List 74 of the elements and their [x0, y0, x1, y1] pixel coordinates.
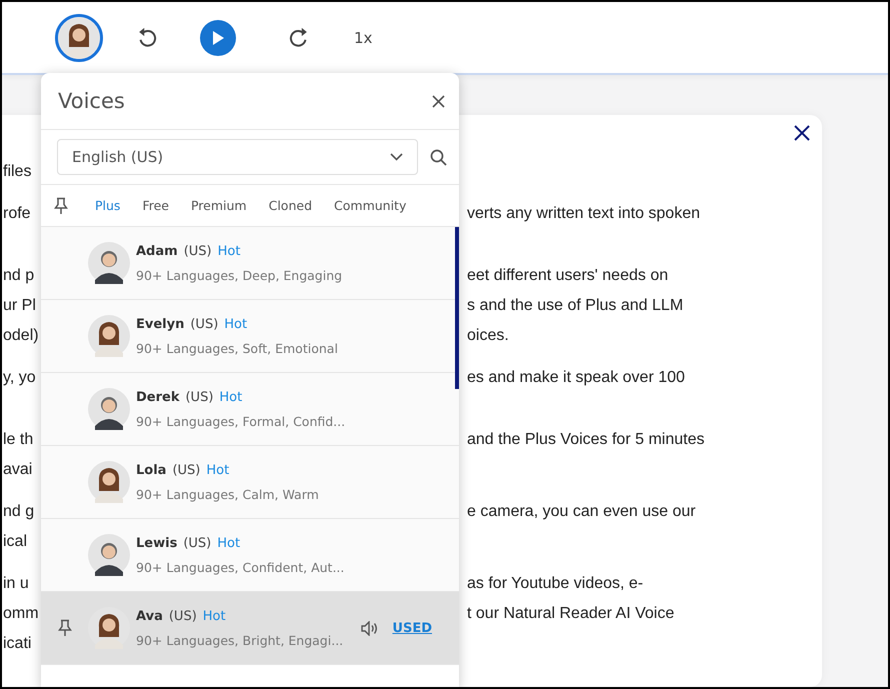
pin-icon[interactable] [54, 196, 68, 214]
voice-region: (US) [172, 462, 200, 478]
hot-label: Hot [206, 462, 230, 478]
text-fragment: y, yo [3, 369, 36, 386]
voice-name: Adam [136, 244, 178, 258]
text-fragment: ur Pl [3, 297, 36, 314]
text-fragment: icati [3, 635, 32, 652]
text-fragment: as for Youtube videos, e- [467, 575, 644, 593]
text-fragment: avai [3, 461, 32, 478]
text-fragment: t our Natural Reader AI Voice [467, 605, 674, 623]
play-button[interactable] [200, 20, 236, 56]
voice-description: 90+ Languages, Calm, Warm [136, 486, 320, 502]
chevron-icon [390, 153, 403, 161]
search-icon[interactable] [430, 148, 447, 166]
hot-label: Hot [202, 608, 226, 624]
tab[interactable]: Premium [180, 185, 258, 226]
speed-button[interactable]: 1x [354, 28, 372, 46]
person-avatar [88, 315, 130, 357]
voice-description: 90+ Languages, Bright, Engagi... [136, 632, 344, 648]
voice-description: 90+ Languages, Deep, Engaging [136, 268, 344, 282]
text-fragment: le th [3, 431, 34, 448]
close-icon[interactable] [432, 94, 445, 108]
tab[interactable]: Community [323, 185, 418, 226]
scrollbar[interactable] [455, 227, 459, 389]
voice-item[interactable]: Ava (US) Hot 90+ Languages, Bright, Engagi... USED [41, 592, 459, 665]
text-fragment: rofe [3, 205, 31, 222]
voice-item[interactable]: Derek (US) Hot 90+ Languages, Formal, Confid... [41, 373, 459, 446]
avatar[interactable] [55, 14, 103, 62]
pin-icon[interactable] [58, 619, 72, 637]
text-fragment: s and the use of Plus and LLM [467, 297, 684, 315]
voice-region: (US) [183, 536, 212, 550]
text-fragment: es and make it speak over 100 [467, 369, 685, 387]
voice-region: (US) [168, 608, 197, 624]
tab[interactable]: Cloned [258, 185, 324, 226]
person-avatar [88, 242, 130, 284]
hot-label: Hot [217, 536, 240, 550]
text-fragment: files [3, 163, 32, 180]
text-fragment: oices. [467, 327, 509, 345]
voice-description: 90+ Languages, Soft, Emotional [136, 340, 339, 356]
voice-description: 90+ Languages, Confident, Aut... [136, 560, 346, 574]
text-fragment: eet different users' needs on [467, 267, 668, 285]
person-avatar [88, 461, 130, 503]
hot-label: Hot [224, 316, 248, 332]
text-fragment: nd p [3, 267, 34, 284]
voice-item[interactable]: Lewis (US) Hot 90+ Languages, Confident, Aut... [41, 519, 459, 592]
text-fragment: and the Plus Voices for 5 minutes [467, 431, 704, 449]
tab[interactable]: Plus [84, 185, 132, 226]
text-fragment: odel) [3, 327, 39, 344]
voice-name: Evelyn [136, 316, 184, 332]
text-fragment: omm [3, 605, 39, 622]
person-avatar [88, 388, 130, 430]
text-fragment: e camera, you can even use our [467, 503, 696, 521]
voice-name: Lola [136, 462, 166, 478]
close-icon[interactable] [794, 125, 810, 141]
panel-title: Voices [58, 89, 125, 113]
text-fragment: in u [3, 575, 29, 592]
tab[interactable]: Free [131, 185, 180, 226]
hot-label: Hot [219, 390, 242, 404]
voice-item[interactable]: Lola (US) Hot 90+ Languages, Calm, Warm [41, 446, 459, 519]
text-fragment: nd g [3, 503, 34, 520]
language-dropdown[interactable]: English (US) [57, 139, 418, 175]
text-fragment: verts any written text into spoken [467, 205, 700, 223]
hot-label: Hot [218, 244, 240, 258]
voice-description: 90+ Languages, Formal, Confid... [136, 414, 346, 428]
voice-name: Ava [136, 608, 163, 624]
voice-region: (US) [184, 244, 212, 258]
voice-region: (US) [185, 390, 214, 404]
play-icon [211, 30, 225, 46]
text-fragment: ical [3, 533, 28, 550]
person-avatar [88, 534, 130, 576]
voice-region: (US) [190, 316, 218, 332]
speaker-icon[interactable] [361, 620, 378, 636]
voice-name: Derek [136, 390, 180, 404]
voice-name: Lewis [136, 536, 178, 550]
